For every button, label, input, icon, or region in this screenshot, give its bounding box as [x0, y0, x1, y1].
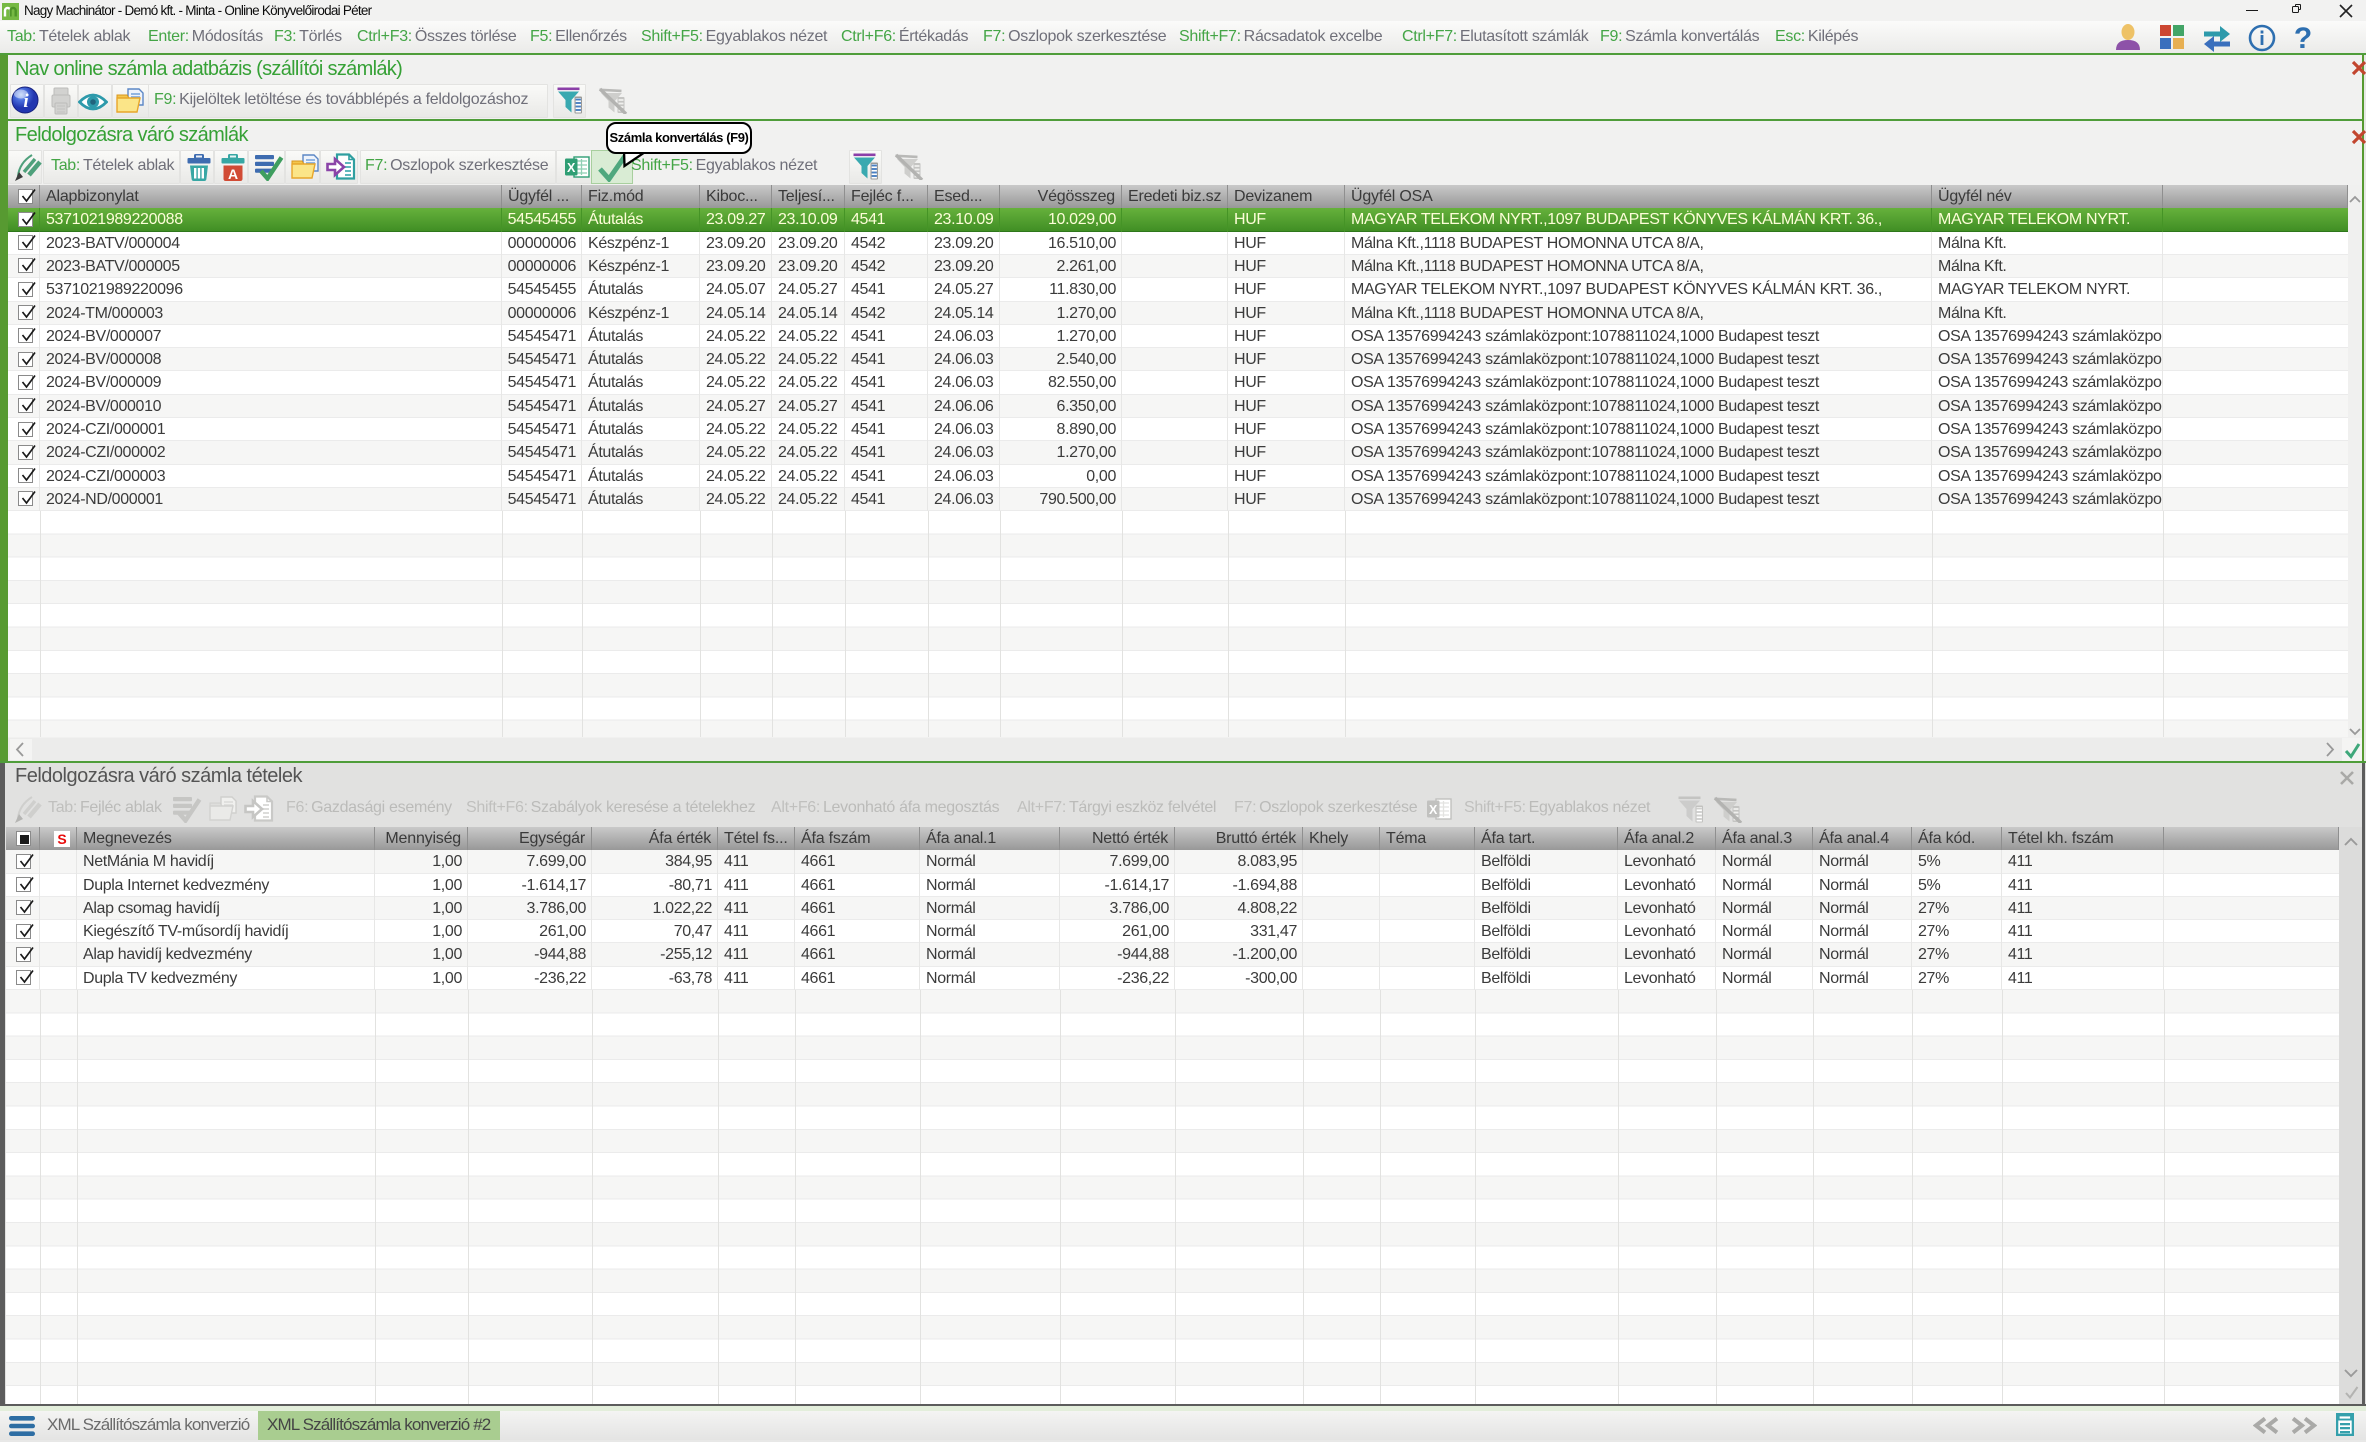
svg-text:X: X — [1429, 803, 1438, 817]
svg-text:?: ? — [2294, 24, 2312, 52]
svg-text:X: X — [567, 161, 576, 175]
svg-text:i: i — [23, 91, 29, 112]
svg-text:A: A — [228, 166, 238, 181]
